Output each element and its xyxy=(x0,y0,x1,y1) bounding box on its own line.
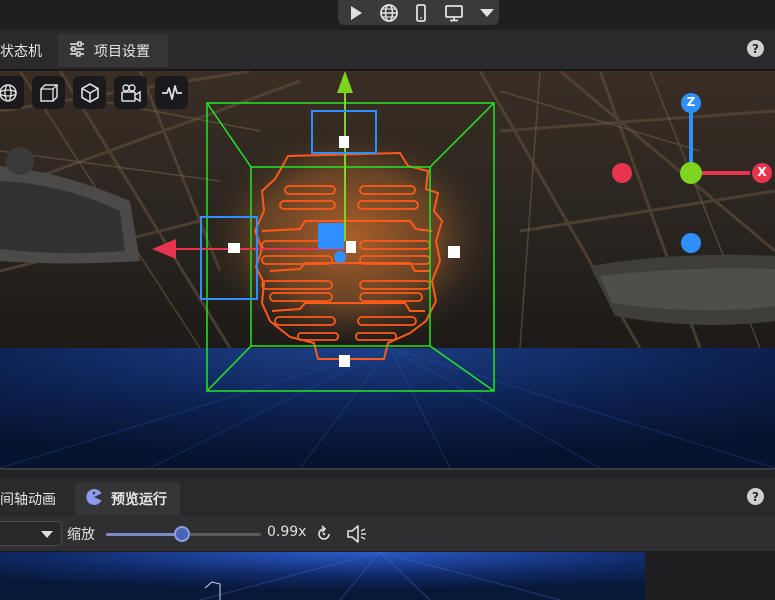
camera-icon[interactable] xyxy=(114,76,147,109)
caret-down-icon[interactable] xyxy=(474,2,499,24)
cube-icon[interactable] xyxy=(73,76,106,109)
help-icon[interactable]: ? xyxy=(747,40,764,57)
device-select[interactable] xyxy=(0,521,62,546)
scene-render xyxy=(0,71,775,468)
viewport-toolbar xyxy=(0,76,188,109)
zoom-slider-thumb[interactable] xyxy=(173,526,190,542)
phone-icon[interactable] xyxy=(409,2,434,24)
preview-controls: 缩放 0.99x xyxy=(0,516,775,552)
tab-state-machine[interactable]: 状态机 xyxy=(0,34,52,67)
orbit-view-icon[interactable] xyxy=(0,76,24,109)
tab-preview-run[interactable]: 预览运行 xyxy=(75,482,180,515)
monitor-icon[interactable] xyxy=(442,2,467,24)
speaker-icon[interactable] xyxy=(345,523,369,549)
axis-x-label[interactable]: X xyxy=(755,165,769,179)
preview-render xyxy=(0,552,775,600)
top-bar xyxy=(0,0,775,30)
frame-icon[interactable] xyxy=(32,76,65,109)
play-mode-toolbar xyxy=(338,0,499,25)
tab-label: 项目设置 xyxy=(94,43,150,60)
reset-icon[interactable] xyxy=(314,524,334,548)
chevron-down-icon xyxy=(41,531,53,538)
panel-divider[interactable] xyxy=(0,468,775,478)
tab-timeline-animation[interactable]: 间轴动画 xyxy=(0,482,66,515)
zoom-value: 0.99x xyxy=(267,524,307,540)
tab-label: 间轴动画 xyxy=(0,491,56,508)
tab-label: 状态机 xyxy=(0,43,42,60)
scene-viewport[interactable]: Z X xyxy=(0,71,775,468)
zoom-slider[interactable] xyxy=(106,526,261,542)
help-icon[interactable]: ? xyxy=(747,488,764,505)
zoom-slider-fill xyxy=(106,533,182,536)
zoom-label: 缩放 xyxy=(67,527,95,543)
pacman-icon xyxy=(85,488,103,510)
preview-canvas[interactable] xyxy=(0,552,775,600)
globe-icon[interactable] xyxy=(377,2,402,24)
bottom-tab-bar: 间轴动画 预览运行 ? xyxy=(0,478,775,516)
editor-window: 状态机 项目设置 ? Z X 间轴动画 预览运行 ? 缩放 0.99x xyxy=(0,0,775,600)
axis-z-label[interactable]: Z xyxy=(684,95,698,109)
tab-label: 预览运行 xyxy=(111,491,167,508)
editor-tab-bar: 状态机 项目设置 ? xyxy=(0,30,775,70)
waveform-icon[interactable] xyxy=(155,76,188,109)
tab-project-settings[interactable]: 项目设置 xyxy=(58,34,168,67)
sliders-icon xyxy=(68,40,86,62)
play-icon[interactable] xyxy=(344,2,369,24)
